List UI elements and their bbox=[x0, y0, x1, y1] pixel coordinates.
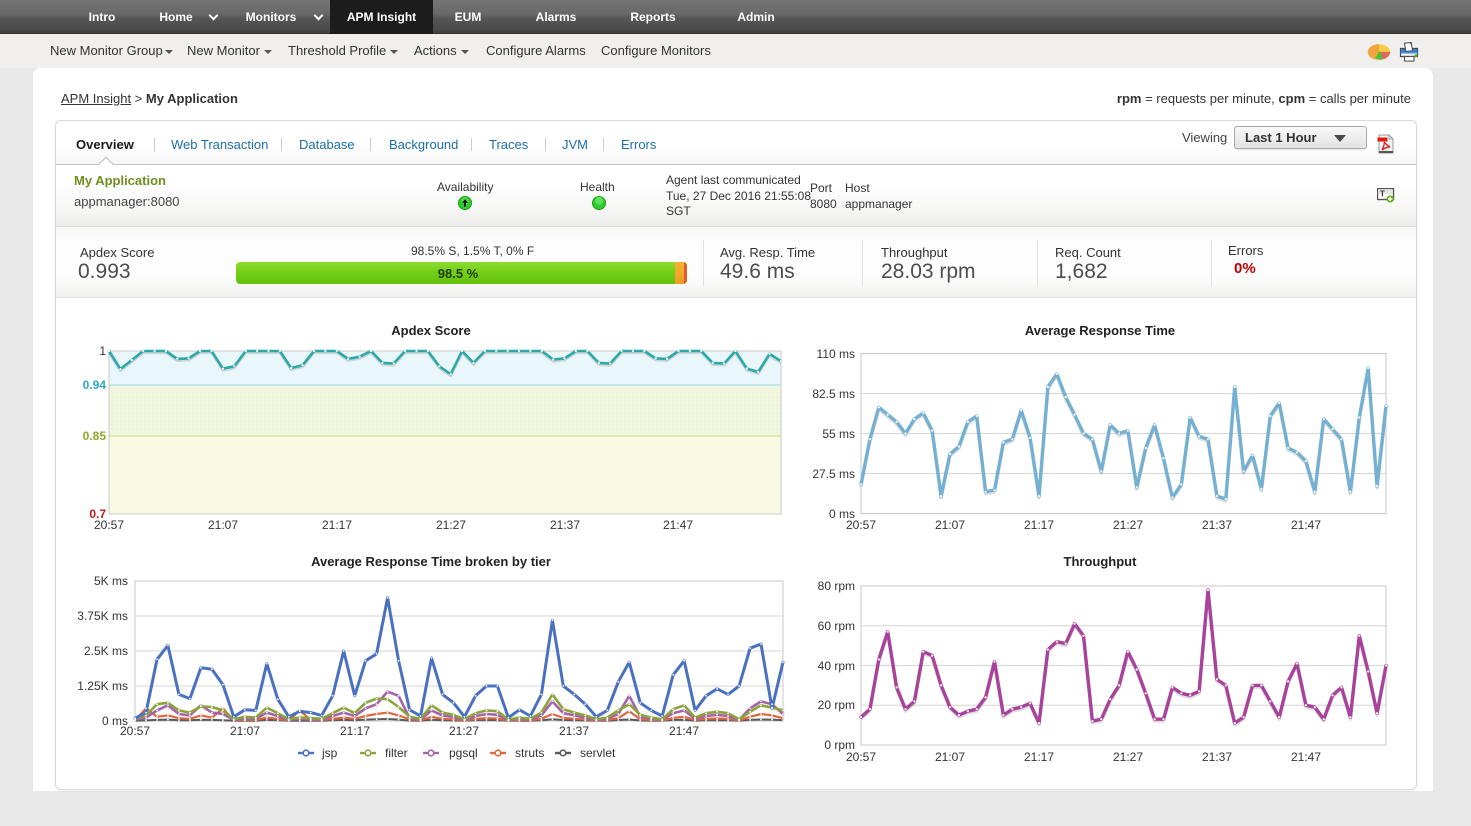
svg-text:21:07: 21:07 bbox=[935, 750, 965, 764]
svg-text:2.5K ms: 2.5K ms bbox=[84, 644, 128, 658]
svg-text:jsp: jsp bbox=[321, 746, 338, 760]
svg-text:21:27: 21:27 bbox=[1113, 750, 1143, 764]
svg-text:21:47: 21:47 bbox=[663, 518, 693, 532]
svg-text:20:57: 20:57 bbox=[846, 750, 876, 764]
svg-text:servlet: servlet bbox=[580, 746, 616, 760]
svg-text:Average Response Time broken b: Average Response Time broken by tier bbox=[311, 554, 551, 569]
svg-text:1.25K ms: 1.25K ms bbox=[77, 679, 128, 693]
svg-text:Throughput: Throughput bbox=[1064, 554, 1138, 569]
svg-text:27.5 ms: 27.5 ms bbox=[812, 467, 855, 481]
svg-text:struts: struts bbox=[515, 746, 544, 760]
svg-text:80 rpm: 80 rpm bbox=[818, 579, 855, 593]
svg-text:21:07: 21:07 bbox=[208, 518, 238, 532]
svg-text:60 rpm: 60 rpm bbox=[818, 619, 855, 633]
svg-text:21:07: 21:07 bbox=[230, 724, 260, 738]
svg-text:21:47: 21:47 bbox=[1291, 518, 1321, 532]
svg-text:20:57: 20:57 bbox=[846, 518, 876, 532]
svg-text:21:47: 21:47 bbox=[1291, 750, 1321, 764]
svg-text:20 rpm: 20 rpm bbox=[818, 698, 855, 712]
svg-text:82.5 ms: 82.5 ms bbox=[812, 387, 855, 401]
svg-text:21:17: 21:17 bbox=[340, 724, 370, 738]
svg-text:21:07: 21:07 bbox=[935, 518, 965, 532]
svg-text:110 ms: 110 ms bbox=[817, 347, 855, 361]
svg-text:20:57: 20:57 bbox=[120, 724, 150, 738]
svg-text:21:37: 21:37 bbox=[1202, 750, 1232, 764]
svg-text:T: T bbox=[1380, 190, 1385, 199]
svg-text:21:17: 21:17 bbox=[1024, 518, 1054, 532]
svg-text:21:17: 21:17 bbox=[322, 518, 352, 532]
svg-text:21:17: 21:17 bbox=[1024, 750, 1054, 764]
svg-text:21:27: 21:27 bbox=[449, 724, 479, 738]
svg-text:pgsql: pgsql bbox=[449, 746, 478, 760]
svg-text:21:27: 21:27 bbox=[436, 518, 466, 532]
svg-text:55 ms: 55 ms bbox=[822, 427, 855, 441]
svg-text:21:27: 21:27 bbox=[1113, 518, 1143, 532]
svg-text:Apdex Score: Apdex Score bbox=[391, 323, 470, 338]
svg-text:21:37: 21:37 bbox=[550, 518, 580, 532]
svg-text:21:37: 21:37 bbox=[1202, 518, 1232, 532]
svg-text:filter: filter bbox=[385, 746, 408, 760]
svg-text:0.94: 0.94 bbox=[83, 378, 107, 392]
svg-text:0.85: 0.85 bbox=[83, 429, 107, 443]
svg-text:21:37: 21:37 bbox=[559, 724, 589, 738]
svg-text:5K ms: 5K ms bbox=[94, 574, 128, 588]
svg-text:Average Response Time: Average Response Time bbox=[1025, 323, 1175, 338]
svg-text:1: 1 bbox=[99, 344, 106, 358]
svg-text:40 rpm: 40 rpm bbox=[818, 659, 855, 673]
svg-text:20:57: 20:57 bbox=[94, 518, 124, 532]
svg-text:3.75K ms: 3.75K ms bbox=[77, 609, 128, 623]
svg-text:21:47: 21:47 bbox=[669, 724, 699, 738]
